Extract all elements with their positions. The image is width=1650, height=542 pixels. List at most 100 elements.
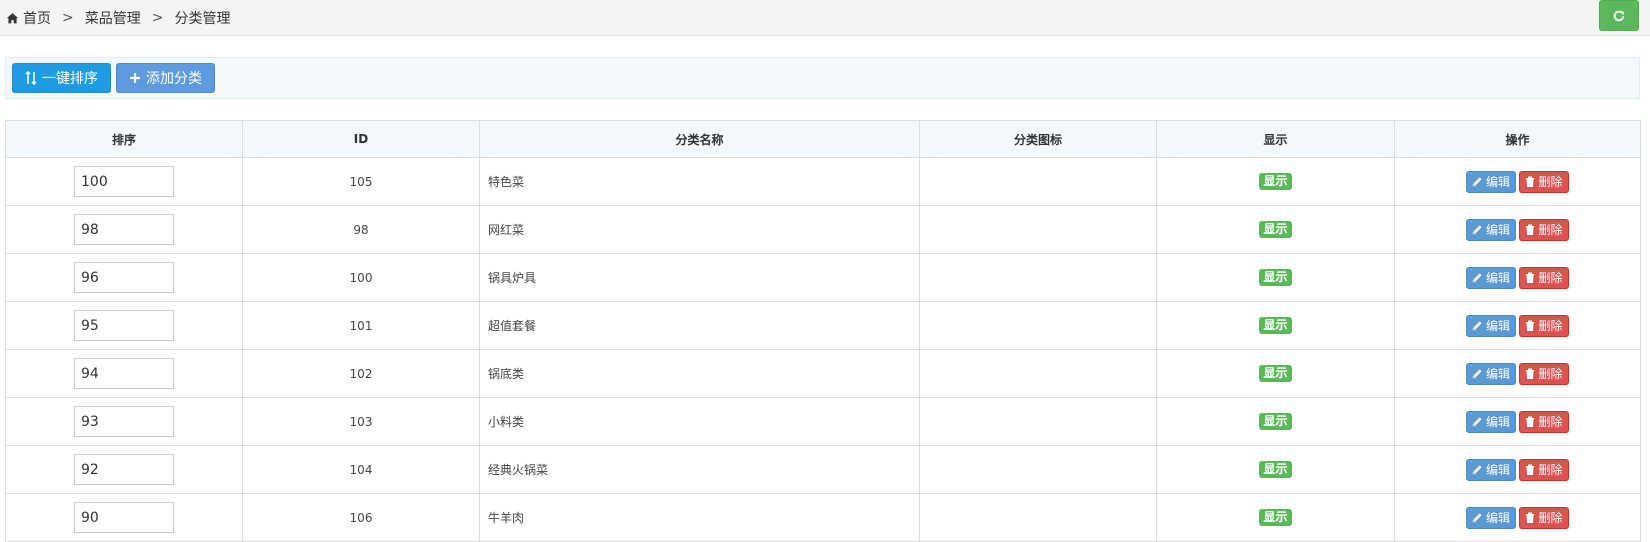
icon-cell <box>919 205 1157 254</box>
show-badge[interactable]: 显示 <box>1259 509 1292 526</box>
header-actions: 操作 <box>1394 120 1641 158</box>
table-row: 98 网红菜 显示 编辑 删除 <box>5 205 1641 254</box>
sort-button[interactable]: 一键排序 <box>12 63 111 93</box>
edit-label: 编辑 <box>1485 463 1510 477</box>
trash-icon <box>1526 224 1535 235</box>
delete-button[interactable]: 删除 <box>1519 266 1569 289</box>
pencil-icon <box>1472 513 1482 523</box>
id-cell: 105 <box>242 157 480 206</box>
id-cell: 103 <box>242 397 480 446</box>
pencil-icon <box>1472 225 1482 235</box>
show-cell: 显示 <box>1156 157 1395 206</box>
sort-input[interactable] <box>74 310 174 341</box>
sort-cell <box>5 253 243 302</box>
delete-label: 删除 <box>1538 223 1563 237</box>
actions-cell: 编辑 删除 <box>1394 445 1641 494</box>
sort-input[interactable] <box>74 454 174 485</box>
delete-button[interactable]: 删除 <box>1519 410 1569 433</box>
show-badge[interactable]: 显示 <box>1259 221 1292 238</box>
delete-button[interactable]: 删除 <box>1519 458 1569 481</box>
refresh-button[interactable] <box>1599 0 1639 31</box>
edit-button[interactable]: 编辑 <box>1466 266 1516 289</box>
pencil-icon <box>1472 465 1482 475</box>
table-row: 102 锅底类 显示 编辑 删除 <box>5 349 1641 398</box>
row-actions: 编辑 删除 <box>1395 362 1640 385</box>
show-badge[interactable]: 显示 <box>1259 269 1292 286</box>
actions-cell: 编辑 删除 <box>1394 397 1641 446</box>
edit-button[interactable]: 编辑 <box>1466 314 1516 337</box>
category-table: 排序 ID 分类名称 分类图标 显示 操作 105 特色菜 显示 编辑 <box>5 120 1641 542</box>
breadcrumb-home[interactable]: 首页 <box>23 8 51 28</box>
header-id: ID <box>242 120 480 158</box>
show-badge[interactable]: 显示 <box>1259 317 1292 334</box>
name-cell: 锅底类 <box>479 349 920 398</box>
trash-icon <box>1526 272 1535 283</box>
sort-cell <box>5 493 243 542</box>
edit-button[interactable]: 编辑 <box>1466 218 1516 241</box>
name-cell: 经典火锅菜 <box>479 445 920 494</box>
row-actions: 编辑 删除 <box>1395 218 1640 241</box>
delete-button[interactable]: 删除 <box>1519 506 1569 529</box>
top-bar: 首页 > 菜品管理 > 分类管理 <box>0 0 1650 36</box>
table-row: 105 特色菜 显示 编辑 删除 <box>5 157 1641 206</box>
delete-button[interactable]: 删除 <box>1519 362 1569 385</box>
id-cell: 101 <box>242 301 480 350</box>
actions-cell: 编辑 删除 <box>1394 301 1641 350</box>
row-actions: 编辑 删除 <box>1395 410 1640 433</box>
table-row: 103 小料类 显示 编辑 删除 <box>5 397 1641 446</box>
sort-cell <box>5 397 243 446</box>
home-icon <box>6 12 19 23</box>
pencil-icon <box>1472 369 1482 379</box>
name-cell: 锅具炉具 <box>479 253 920 302</box>
sort-cell <box>5 301 243 350</box>
breadcrumb-separator: > <box>151 10 164 26</box>
name-cell: 小料类 <box>479 397 920 446</box>
edit-button[interactable]: 编辑 <box>1466 458 1516 481</box>
sort-input[interactable] <box>74 358 174 389</box>
edit-button[interactable]: 编辑 <box>1466 506 1516 529</box>
actions-cell: 编辑 删除 <box>1394 493 1641 542</box>
edit-button[interactable]: 编辑 <box>1466 362 1516 385</box>
sort-cell <box>5 445 243 494</box>
sort-input[interactable] <box>74 406 174 437</box>
sort-cell <box>5 205 243 254</box>
delete-label: 删除 <box>1538 463 1563 477</box>
row-actions: 编辑 删除 <box>1395 266 1640 289</box>
show-cell: 显示 <box>1156 253 1395 302</box>
sort-input[interactable] <box>74 502 174 533</box>
edit-button[interactable]: 编辑 <box>1466 170 1516 193</box>
id-cell: 104 <box>242 445 480 494</box>
actions-cell: 编辑 删除 <box>1394 205 1641 254</box>
delete-label: 删除 <box>1538 271 1563 285</box>
icon-cell <box>919 253 1157 302</box>
edit-button[interactable]: 编辑 <box>1466 410 1516 433</box>
name-cell: 牛羊肉 <box>479 493 920 542</box>
refresh-icon <box>1613 10 1625 21</box>
name-cell: 特色菜 <box>479 157 920 206</box>
add-category-button[interactable]: 添加分类 <box>116 63 215 93</box>
delete-label: 删除 <box>1538 319 1563 333</box>
delete-button[interactable]: 删除 <box>1519 170 1569 193</box>
name-cell: 网红菜 <box>479 205 920 254</box>
table-header-row: 排序 ID 分类名称 分类图标 显示 操作 <box>5 120 1641 158</box>
edit-label: 编辑 <box>1485 319 1510 333</box>
sort-input[interactable] <box>74 262 174 293</box>
show-badge[interactable]: 显示 <box>1259 461 1292 478</box>
sort-icon <box>25 71 37 85</box>
edit-label: 编辑 <box>1485 511 1510 525</box>
delete-button[interactable]: 删除 <box>1519 314 1569 337</box>
plus-icon <box>130 73 140 83</box>
show-badge[interactable]: 显示 <box>1259 413 1292 430</box>
row-actions: 编辑 删除 <box>1395 506 1640 529</box>
sort-input[interactable] <box>74 166 174 197</box>
show-badge[interactable]: 显示 <box>1259 173 1292 190</box>
pencil-icon <box>1472 273 1482 283</box>
show-badge[interactable]: 显示 <box>1259 365 1292 382</box>
id-cell: 100 <box>242 253 480 302</box>
sort-input[interactable] <box>74 214 174 245</box>
actions-cell: 编辑 删除 <box>1394 253 1641 302</box>
delete-button[interactable]: 删除 <box>1519 218 1569 241</box>
sort-cell <box>5 157 243 206</box>
header-icon: 分类图标 <box>919 120 1157 158</box>
breadcrumb-level1[interactable]: 菜品管理 <box>85 8 141 28</box>
